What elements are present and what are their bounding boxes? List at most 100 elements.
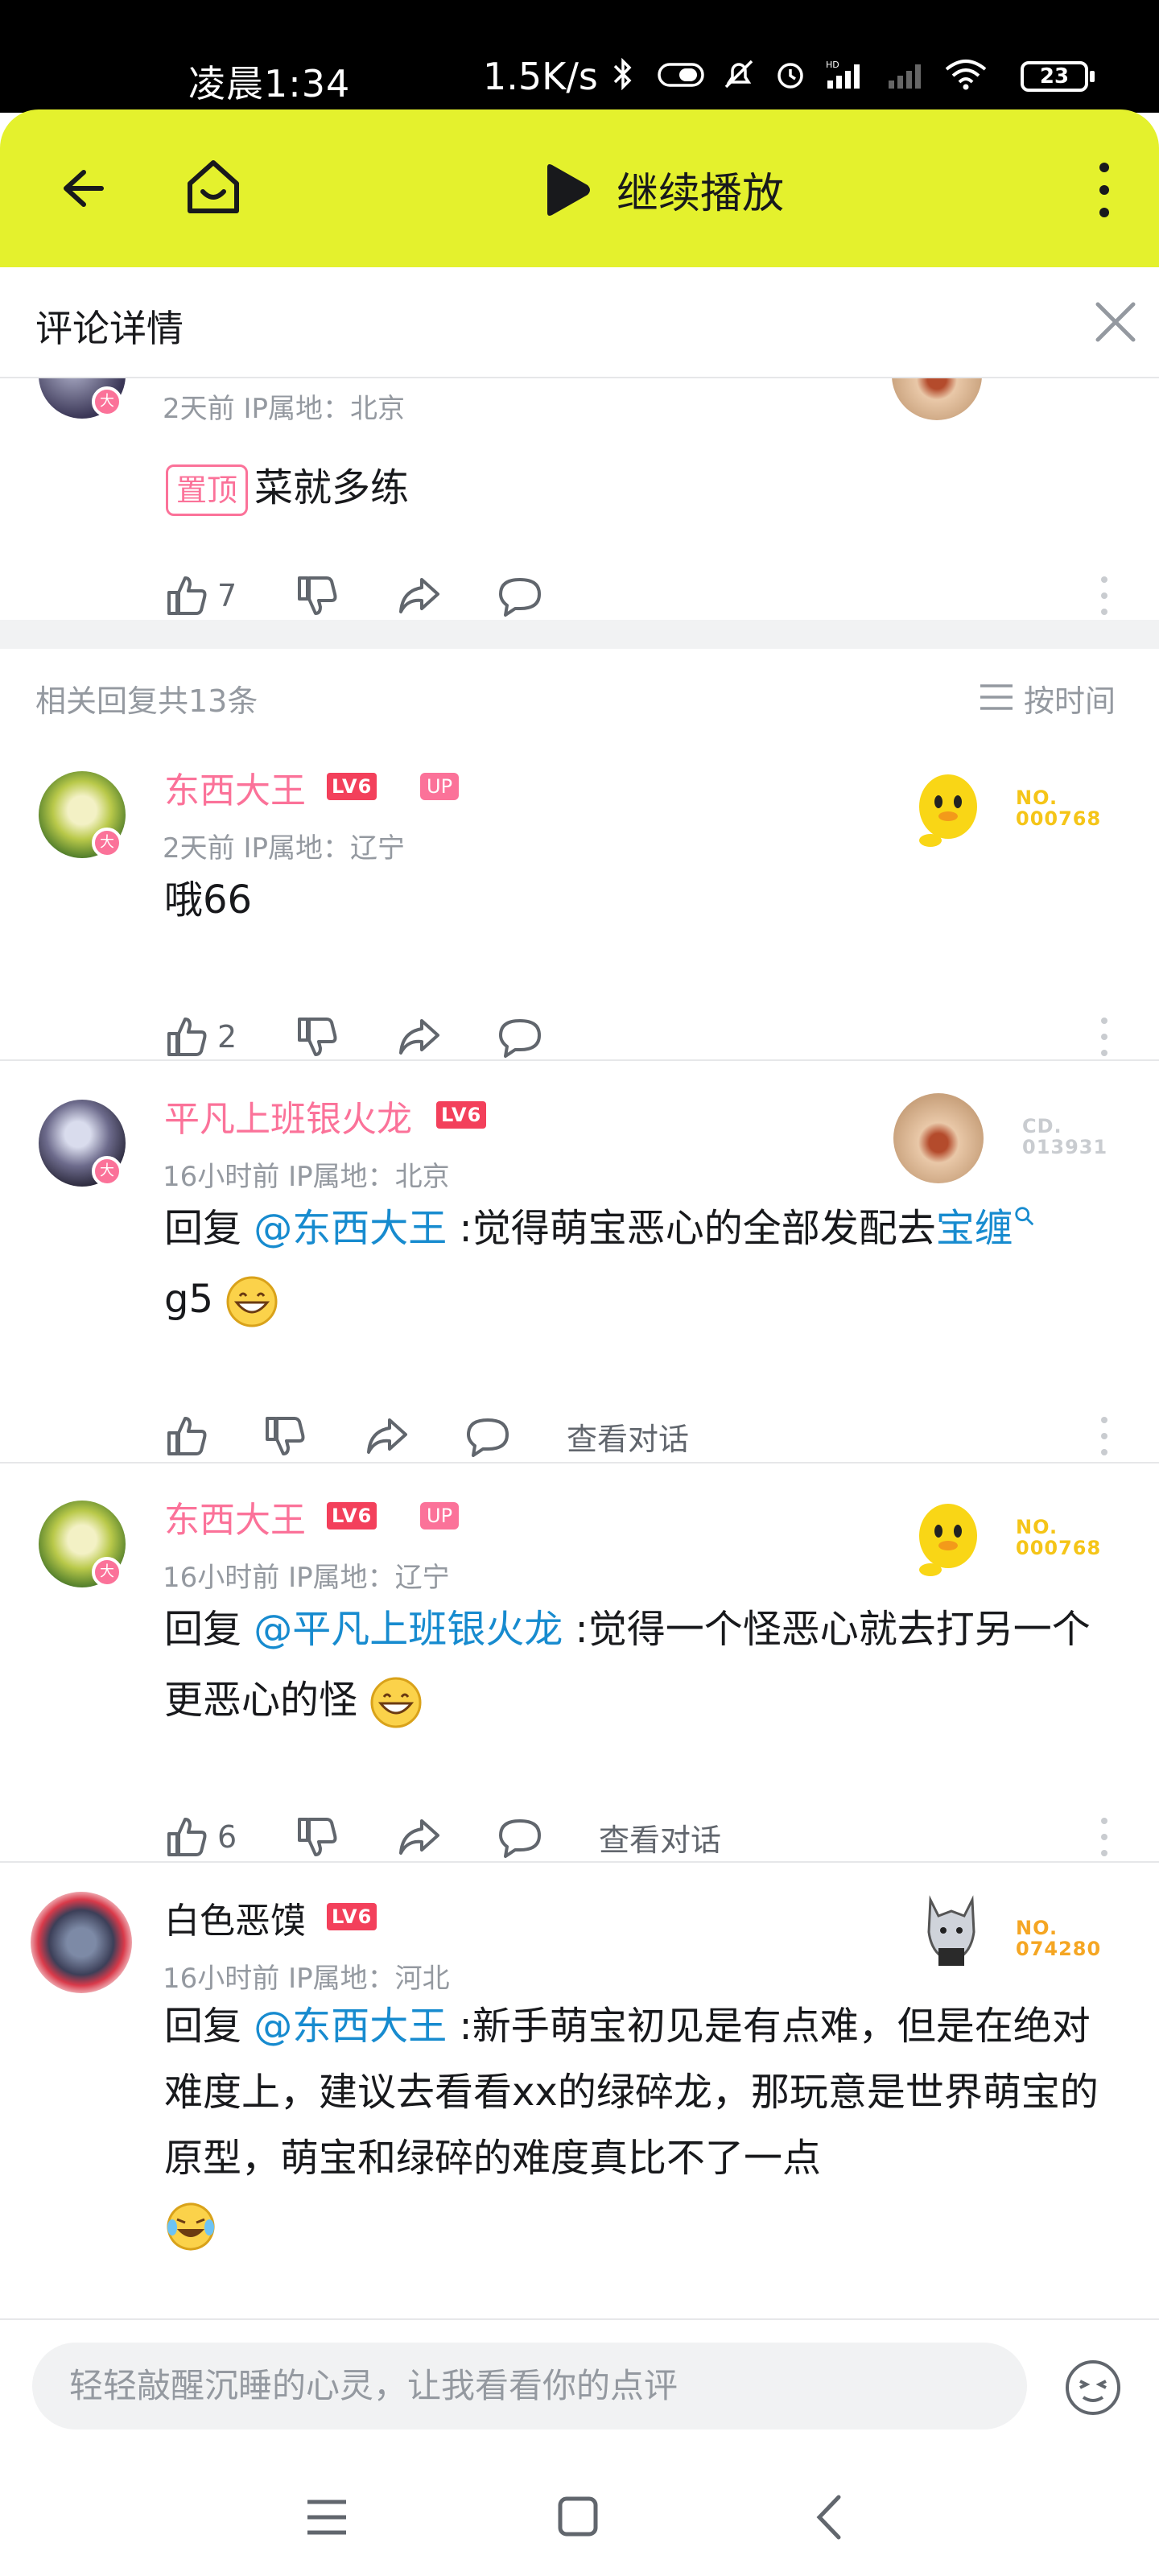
more-options-icon[interactable] <box>1099 1014 1109 1059</box>
continue-play-button[interactable]: 继续播放 <box>617 159 784 220</box>
battery-indicator: 23 <box>1021 61 1095 92</box>
medal-number: CD. 013931 <box>1022 1115 1108 1158</box>
thumb-down-icon <box>298 1018 337 1056</box>
up-badge: UP <box>420 773 460 800</box>
menu-icon[interactable] <box>303 2496 351 2539</box>
medal-number: NO. 000768 <box>1016 1516 1102 1559</box>
divider <box>0 1059 1159 1061</box>
username[interactable]: 东西大王 <box>164 1491 306 1542</box>
search-keyword-link[interactable]: 宝缠 <box>936 1206 1013 1251</box>
thumb-up-icon <box>167 1018 207 1056</box>
page-title: 评论详情 <box>35 307 184 350</box>
avatar-badge: 大 <box>92 828 122 858</box>
share-arrow-icon <box>367 1418 407 1454</box>
play-icon[interactable] <box>541 163 592 217</box>
grin-emoji-icon <box>370 1677 422 1728</box>
home-icon[interactable] <box>182 155 245 219</box>
like-count: 7 <box>217 578 237 613</box>
level-badge: LV6 <box>436 1101 487 1129</box>
comment-input[interactable]: 轻轻敲醒沉睡的心灵，让我看看你的点评 <box>32 2343 1027 2429</box>
back-chevron-icon[interactable] <box>810 2491 850 2544</box>
list-sort-icon[interactable] <box>979 681 1014 713</box>
comment-text: 回复 @东西大王 :新手萌宝初见是有点难，但是在绝对难度上，建议去看看xx的绿碎… <box>164 1993 1114 2257</box>
like-count: 2 <box>217 1019 237 1055</box>
like-button[interactable]: 7 <box>164 573 295 618</box>
more-vertical-icon[interactable] <box>1088 158 1120 222</box>
share-arrow-icon <box>399 1819 439 1855</box>
sort-by-time-button[interactable]: 按时间 <box>1024 676 1116 720</box>
thumb-down-icon <box>266 1417 305 1455</box>
pinned-badge: 置顶 <box>166 464 249 516</box>
username[interactable]: 白色恶馍 <box>164 1892 306 1943</box>
more-options-icon[interactable] <box>1099 1414 1109 1459</box>
dislike-button[interactable] <box>295 1814 396 1860</box>
level-badge: LV6 <box>327 1903 377 1930</box>
status-bar: 凌晨1:34 1.5K/s HD 23 <box>0 0 1159 113</box>
avatar[interactable] <box>31 1892 132 1993</box>
dislike-button[interactable] <box>262 1414 364 1459</box>
mute-icon <box>724 60 753 89</box>
comment-meta: 2天前 IP属地：辽宁 <box>163 832 405 865</box>
mention-link[interactable]: @平凡上班银火龙 <box>254 1607 563 1652</box>
status-time: 凌晨1:34 <box>188 62 351 105</box>
comment-text: 回复 @东西大王 :觉得萌宝恶心的全部发配去宝缠 g5 <box>164 1193 1114 1335</box>
reply-button[interactable] <box>497 1814 599 1860</box>
emoji-picker-icon[interactable] <box>1061 2355 1125 2420</box>
like-button[interactable] <box>164 1414 262 1459</box>
search-icon[interactable] <box>1013 1205 1036 1228</box>
status-icons: HD <box>605 58 988 90</box>
reply-count-label: 相关回复共13条 <box>35 683 258 719</box>
comment-detail-header: 评论详情 <box>0 267 1159 378</box>
signal-hd-icon: HD <box>826 60 860 89</box>
duck-medal-icon <box>919 774 977 847</box>
dislike-button[interactable] <box>295 573 396 618</box>
view-conversation-link[interactable]: 查看对话 <box>567 1414 689 1459</box>
medal-number: NO. 000768 <box>1016 786 1102 830</box>
close-icon[interactable] <box>1093 299 1138 345</box>
more-options-icon[interactable] <box>1099 573 1109 618</box>
share-button[interactable] <box>396 573 497 618</box>
medal-number: NO. 074280 <box>1016 1917 1102 1960</box>
share-arrow-icon <box>399 578 439 613</box>
share-arrow-icon <box>399 1019 439 1055</box>
signal-2-icon <box>889 64 921 89</box>
home-square-icon[interactable] <box>555 2494 600 2539</box>
mention-link[interactable]: @东西大王 <box>254 1206 447 1251</box>
thumb-up-icon <box>167 576 207 615</box>
chat-bubble-icon <box>499 1819 541 1858</box>
bluetooth-icon <box>613 58 632 90</box>
back-arrow-icon[interactable] <box>50 159 108 217</box>
comment-meta: 16小时前 IP属地：北京 <box>163 1161 450 1193</box>
more-options-icon[interactable] <box>1099 1814 1109 1860</box>
chat-bubble-icon <box>499 578 541 617</box>
chat-bubble-icon <box>499 1019 541 1058</box>
dislike-button[interactable] <box>295 1014 396 1059</box>
avatar-badge: 大 <box>92 1156 122 1187</box>
share-button[interactable] <box>364 1414 465 1459</box>
thumb-up-icon <box>167 1818 207 1856</box>
divider <box>0 1462 1159 1463</box>
wolf-medal-icon <box>927 1895 975 1966</box>
reply-button[interactable] <box>497 1014 542 1059</box>
share-button[interactable] <box>396 1814 497 1860</box>
share-button[interactable] <box>396 1014 497 1059</box>
username[interactable]: 平凡上班银火龙 <box>164 1090 412 1141</box>
divider <box>0 1861 1159 1863</box>
video-top-bar: 继续播放 <box>0 109 1159 267</box>
thumb-down-icon <box>298 1818 337 1856</box>
comment-meta: 16小时前 IP属地：河北 <box>163 1963 450 1995</box>
toggle-icon <box>658 63 704 87</box>
reply-button[interactable] <box>465 1414 567 1459</box>
thumb-down-icon <box>298 576 337 615</box>
like-button[interactable]: 6 <box>164 1814 295 1860</box>
comment-scroll-area[interactable]: 大 2天前 IP属地：北京 置顶 菜就多练 7 相关回复共13条 按时间 大 东… <box>0 378 1159 2318</box>
like-button[interactable]: 2 <box>164 1014 295 1059</box>
comment-text: 置顶 菜就多练 <box>166 452 409 523</box>
mention-link[interactable]: @东西大王 <box>254 2004 447 2049</box>
comment-actions: 7 <box>164 567 542 625</box>
username[interactable]: 东西大王 <box>164 762 306 813</box>
view-conversation-link[interactable]: 查看对话 <box>599 1815 721 1860</box>
duck-medal-icon <box>919 1504 977 1576</box>
avatar-badge: 大 <box>92 386 122 417</box>
reply-button[interactable] <box>497 573 542 618</box>
